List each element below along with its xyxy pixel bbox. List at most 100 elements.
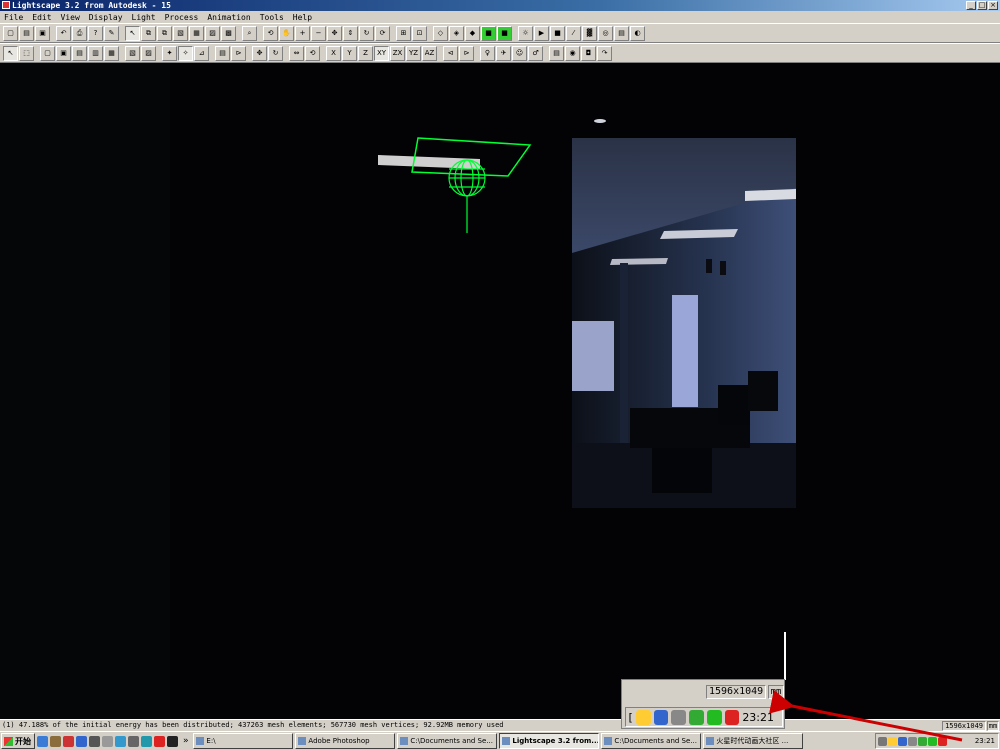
menu-animation[interactable]: Animation [207,13,250,22]
axis-z-button[interactable]: Z [358,45,373,61]
menu-file[interactable]: File [4,13,23,22]
app-launcher-icon[interactable] [167,735,178,747]
menu-display[interactable]: Display [89,13,123,22]
maximize-button[interactable]: □ [977,1,987,10]
save-icon[interactable]: ▣ [35,25,50,41]
align-icon[interactable]: ⊲ [443,45,458,61]
select-material-icon[interactable]: ▨ [141,45,156,61]
start-button[interactable]: 开始 [1,733,35,749]
menu-tools[interactable]: Tools [260,13,284,22]
task-documents-1[interactable]: C:\Documents and Se... [397,733,498,749]
select-none-icon[interactable]: ▣ [56,45,71,61]
material-icon[interactable]: ▨ [205,25,220,41]
solid-icon[interactable]: ◆ [465,25,480,41]
camera-icon[interactable]: ◘ [581,45,596,61]
app-launcher-icon[interactable] [76,735,87,747]
fit-view-icon[interactable]: ⊡ [412,25,427,41]
printer-icon[interactable] [878,736,887,746]
pan-icon[interactable]: ✋ [279,25,294,41]
undo-icon[interactable]: ↶ [56,25,71,41]
pointer-icon[interactable]: ↖ [3,45,18,61]
app-launcher-icon[interactable] [50,735,61,747]
minimize-button[interactable]: _ [966,1,976,10]
plane-yz-button[interactable]: YZ [406,45,421,61]
figure-icon[interactable]: ☺ [512,45,527,61]
walk-icon[interactable]: ♀ [480,45,495,61]
task-browser[interactable]: 火星时代动画大社区 ... [703,733,804,749]
select-region-icon[interactable]: ⬚ [19,45,34,61]
shaded-icon[interactable]: ■ [481,25,496,41]
zoom-out-icon[interactable]: − [311,25,326,41]
select-block-icon[interactable]: ▦ [104,45,119,61]
raytrace-icon[interactable]: ⁄ [566,25,581,41]
axis-y-button[interactable]: Y [342,45,357,61]
move-icon[interactable]: ✥ [327,25,342,41]
app-launcher-icon[interactable] [102,735,113,747]
menu-edit[interactable]: Edit [32,13,51,22]
select-luminaire-icon[interactable]: ✧ [178,45,193,61]
radiosity-icon[interactable]: ☼ [518,25,533,41]
app-launcher-icon[interactable] [128,735,139,747]
rotate-selection-icon[interactable]: ↻ [268,45,283,61]
process-stop-icon[interactable]: ■ [550,25,565,41]
animation-icon[interactable]: ◐ [630,25,645,41]
menu-light[interactable]: Light [132,13,156,22]
new-file-icon[interactable]: ▢ [3,25,18,41]
zoom-extents-icon[interactable]: ⊞ [396,25,411,41]
umbrella-icon[interactable] [928,736,937,746]
redo-icon[interactable]: ↷ [597,45,612,61]
open-folder-icon[interactable]: ▤ [19,25,34,41]
window-titlebar[interactable]: Lightscape 3.2 from Autodesk - 15 _ □ × [0,0,1000,11]
task-documents-2[interactable]: C:\Documents and Se... [601,733,702,749]
roll-icon[interactable]: ⟳ [375,25,390,41]
filter-icon[interactable]: ⊳ [231,45,246,61]
outline-icon[interactable]: ◈ [449,25,464,41]
menu-help[interactable]: Help [293,13,312,22]
block-icon[interactable]: ▧ [173,25,188,41]
invert-selection-icon[interactable]: ▤ [72,45,87,61]
antivirus-shield-icon[interactable] [938,736,947,746]
task-photoshop[interactable]: Adobe Photoshop [295,733,396,749]
task-lightscape[interactable]: Lightscape 3.2 from... [499,733,600,749]
scale-icon[interactable]: ⇔ [289,45,304,61]
move-selection-icon[interactable]: ✥ [252,45,267,61]
layer-icon[interactable]: ▦ [189,25,204,41]
tray-app-icon[interactable] [918,736,927,746]
select-layer-icon[interactable]: ▧ [125,45,140,61]
dolly-icon[interactable]: ⇕ [343,25,358,41]
zoom-window-icon[interactable]: ⌕ [242,25,257,41]
scene-render[interactable] [0,63,1000,719]
textured-icon[interactable]: ■ [497,25,512,41]
process-start-icon[interactable]: ▶ [534,25,549,41]
zoom-in-icon[interactable]: + [295,25,310,41]
print-icon[interactable]: ⎙ [72,25,87,41]
qq-icon[interactable] [888,736,897,746]
lighting-icon[interactable]: ◉ [565,45,580,61]
properties-icon[interactable]: ▤ [549,45,564,61]
menu-process[interactable]: Process [165,13,199,22]
plane-xy-button[interactable]: XY [374,45,389,61]
rotate-icon[interactable]: ↻ [359,25,374,41]
select-window-icon[interactable]: ⊿ [194,45,209,61]
app-launcher-icon[interactable] [115,735,126,747]
app-launcher-icon[interactable] [141,735,152,747]
stand-icon[interactable]: ♂ [528,45,543,61]
globe-icon[interactable]: ◎ [598,25,613,41]
select-all-icon[interactable]: ▢ [40,45,55,61]
close-button[interactable]: × [988,1,998,10]
volume-icon[interactable] [908,736,917,746]
object-icon[interactable]: ▩ [221,25,236,41]
help-icon[interactable]: ? [88,25,103,41]
mirror-icon[interactable]: ⊳ [459,45,474,61]
app-launcher-icon[interactable] [89,735,100,747]
ie-icon[interactable] [37,735,48,747]
orbit-icon[interactable]: ⟲ [263,25,278,41]
select-surface-icon[interactable]: ▥ [88,45,103,61]
table-icon[interactable]: ▤ [215,45,230,61]
plane-az-button[interactable]: AZ [422,45,437,61]
menu-view[interactable]: View [61,13,80,22]
paste-icon[interactable]: ⧉ [157,25,172,41]
app-launcher-icon[interactable] [63,735,74,747]
fly-icon[interactable]: ✈ [496,45,511,61]
task-explorer[interactable]: E:\ [193,733,294,749]
